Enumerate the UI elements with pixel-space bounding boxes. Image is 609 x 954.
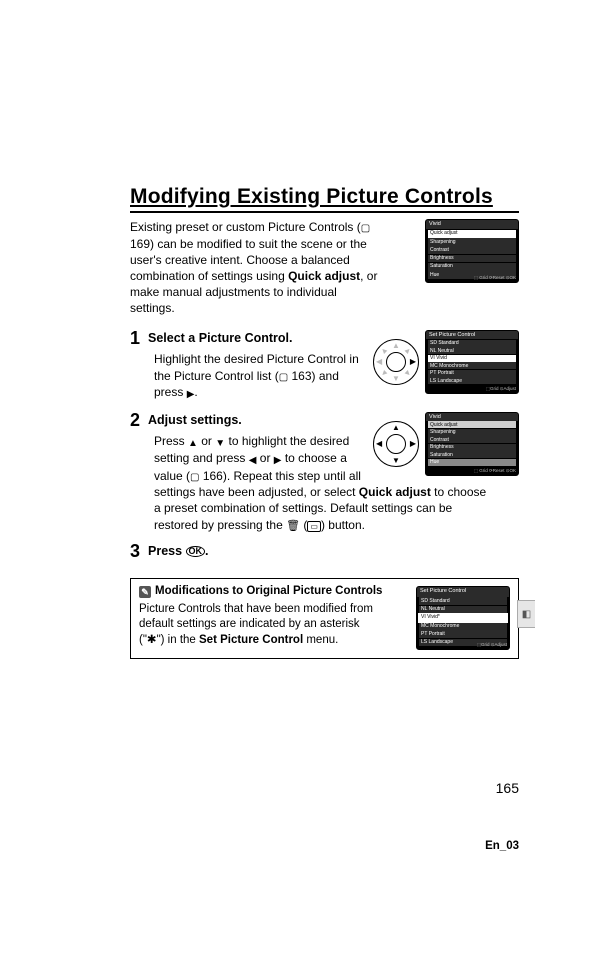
step-number: 3 xyxy=(130,543,148,560)
step-body: Highlight the desired Picture Control in… xyxy=(154,351,364,401)
multi-selector-right-icon: ▲▼ ◀▶ ▲▲ ▲▲ xyxy=(373,339,419,385)
delete-icon: 🗑 xyxy=(286,520,300,532)
section-tab-icon: ◧ xyxy=(517,600,535,628)
info-bold: Set Picture Control xyxy=(199,634,303,646)
screenshot-vivid-adjust: Vivid Quick adjust Sharpening Contrast B… xyxy=(425,219,519,283)
multi-selector-all-icon: ▲▼ ◀▶ xyxy=(373,421,419,467)
step-2: ▲▼ ◀▶ Vivid Quick adjust Sharpening Cont… xyxy=(130,412,519,534)
intro-text-1: Existing preset or custom Picture Contro… xyxy=(130,220,361,234)
screenshot-set-picture-control-asterisk: Set Picture Control SD Standard NL Neutr… xyxy=(416,586,510,650)
up-arrow-icon: ▲ xyxy=(188,437,198,451)
note-icon: ✎ xyxy=(139,586,151,598)
down-arrow-icon: ▼ xyxy=(215,437,225,451)
page-number: 165 xyxy=(496,780,519,796)
screenshot-set-picture-control: Set Picture Control SD Standard NL Neutr… xyxy=(425,330,519,394)
step-1: ▲▼ ◀▶ ▲▲ ▲▲ Set Picture Control SD Stand… xyxy=(130,330,519,401)
info-text-2: ") in the xyxy=(157,634,199,646)
ok-button-icon: OK xyxy=(186,546,206,557)
step-title: Adjust settings. xyxy=(148,412,242,428)
intro-bold: Quick adjust xyxy=(288,269,360,283)
info-box-modifications: Set Picture Control SD Standard NL Neutr… xyxy=(130,578,519,659)
info-heading: Modifications to Original Picture Contro… xyxy=(155,584,382,600)
book-ref-icon: ▢ xyxy=(279,372,288,383)
step-number: 2 xyxy=(130,412,148,429)
document-footer: En_03 xyxy=(485,840,519,852)
screenshot-vivid-adjust-2: Vivid Quick adjust Sharpening Contrast B… xyxy=(425,412,519,476)
format-icon: ▭ xyxy=(307,521,321,532)
asterisk-icon: ✱ xyxy=(147,634,157,646)
step-title: Select a Picture Control. xyxy=(148,330,292,346)
intro-block: Vivid Quick adjust Sharpening Contrast B… xyxy=(130,219,519,316)
info-text-3: menu. xyxy=(303,634,338,646)
step-number: 1 xyxy=(130,330,148,347)
page-heading: Modifying Existing Picture Controls xyxy=(130,185,519,213)
step-title: Press OK. xyxy=(148,543,209,559)
step-3: 3 Press OK. xyxy=(130,543,519,560)
book-ref-icon: ▢ xyxy=(361,223,370,234)
